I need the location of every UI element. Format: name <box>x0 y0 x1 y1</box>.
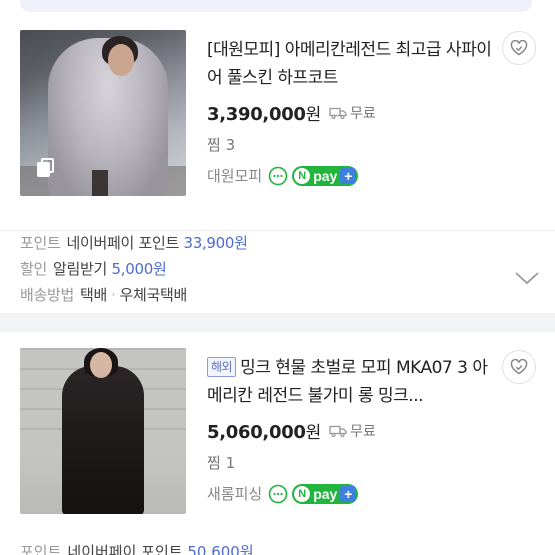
price-row: 5,060,000원 무료 <box>207 418 497 443</box>
product-card[interactable]: 해외 밍크 현물 초벌로 모피 MKA07 3 아메리칸 레전드 불가미 롱 밍크… <box>0 332 555 555</box>
seller-name[interactable]: 새롬피싱 <box>207 483 262 504</box>
wishlist-button[interactable] <box>502 31 536 65</box>
chevron-down-icon[interactable] <box>514 270 540 286</box>
benefit-discount-row: 할인 알림받기 5,000원 <box>20 260 167 278</box>
truck-icon <box>329 425 347 437</box>
benefit-point-row: 포인트 네이버페이 포인트 33,900원 <box>20 234 248 252</box>
talk-icon[interactable] <box>268 484 288 504</box>
heart-icon <box>510 40 528 56</box>
product-info: 해외 밍크 현물 초벌로 모피 MKA07 3 아메리칸 레전드 불가미 롱 밍크… <box>207 354 497 504</box>
npay-badge: N pay + <box>292 165 359 186</box>
naver-n-icon: N <box>294 167 311 184</box>
seller-row: 새롬피싱 N pay + <box>207 483 497 504</box>
npay-badge: N pay + <box>292 483 359 504</box>
heart-icon <box>510 359 528 375</box>
section-gap <box>0 313 555 332</box>
shipping-label: 무료 <box>350 423 376 440</box>
seller-row: 대원모피 N pay + <box>207 165 497 186</box>
benefit-point-row-peek: 포인트 네이버페이 포인트 50,600원 <box>20 543 254 555</box>
seller-name[interactable]: 대원모피 <box>207 165 262 186</box>
product-title[interactable]: [대원모피] 아메리칸레전드 최고급 사파이어 풀스킨 하프코트 <box>207 36 497 92</box>
talk-icon[interactable] <box>268 166 288 186</box>
truck-icon <box>329 107 347 119</box>
shipping-info: 무료 <box>329 103 376 123</box>
benefit-delivery-row: 배송방법 택배 · 우체국택배 <box>20 286 188 304</box>
top-strip <box>0 0 555 20</box>
plus-icon: + <box>340 485 357 502</box>
product-image[interactable] <box>20 348 186 514</box>
benefits-section: 포인트 네이버페이 포인트 33,900원 할인 알림받기 5,000원 배송방법 택… <box>20 230 540 308</box>
plus-icon: + <box>340 167 357 184</box>
product-info: [대원모피] 아메리칸레전드 최고급 사파이어 풀스킨 하프코트 3,390,0… <box>207 36 497 186</box>
multi-image-icon <box>37 158 55 178</box>
product-price: 3,390,000원 <box>207 104 321 125</box>
wishlist-button[interactable] <box>502 350 536 384</box>
product-price: 5,060,000원 <box>207 422 321 443</box>
overseas-badge: 해외 <box>207 357 237 377</box>
product-image[interactable] <box>20 30 186 196</box>
shipping-label: 무료 <box>350 105 376 122</box>
previous-item-edge <box>20 0 532 12</box>
product-title[interactable]: 해외 밍크 현물 초벌로 모피 MKA07 3 아메리칸 레전드 불가미 롱 밍크… <box>207 354 497 410</box>
naver-n-icon: N <box>294 485 311 502</box>
shipping-info: 무료 <box>329 421 376 441</box>
product-card[interactable]: [대원모피] 아메리칸레전드 최고급 사파이어 풀스킨 하프코트 3,390,0… <box>0 18 555 313</box>
price-row: 3,390,000원 무료 <box>207 100 497 125</box>
zzim-count: 찜 1 <box>207 454 236 472</box>
zzim-count: 찜 3 <box>207 136 236 154</box>
